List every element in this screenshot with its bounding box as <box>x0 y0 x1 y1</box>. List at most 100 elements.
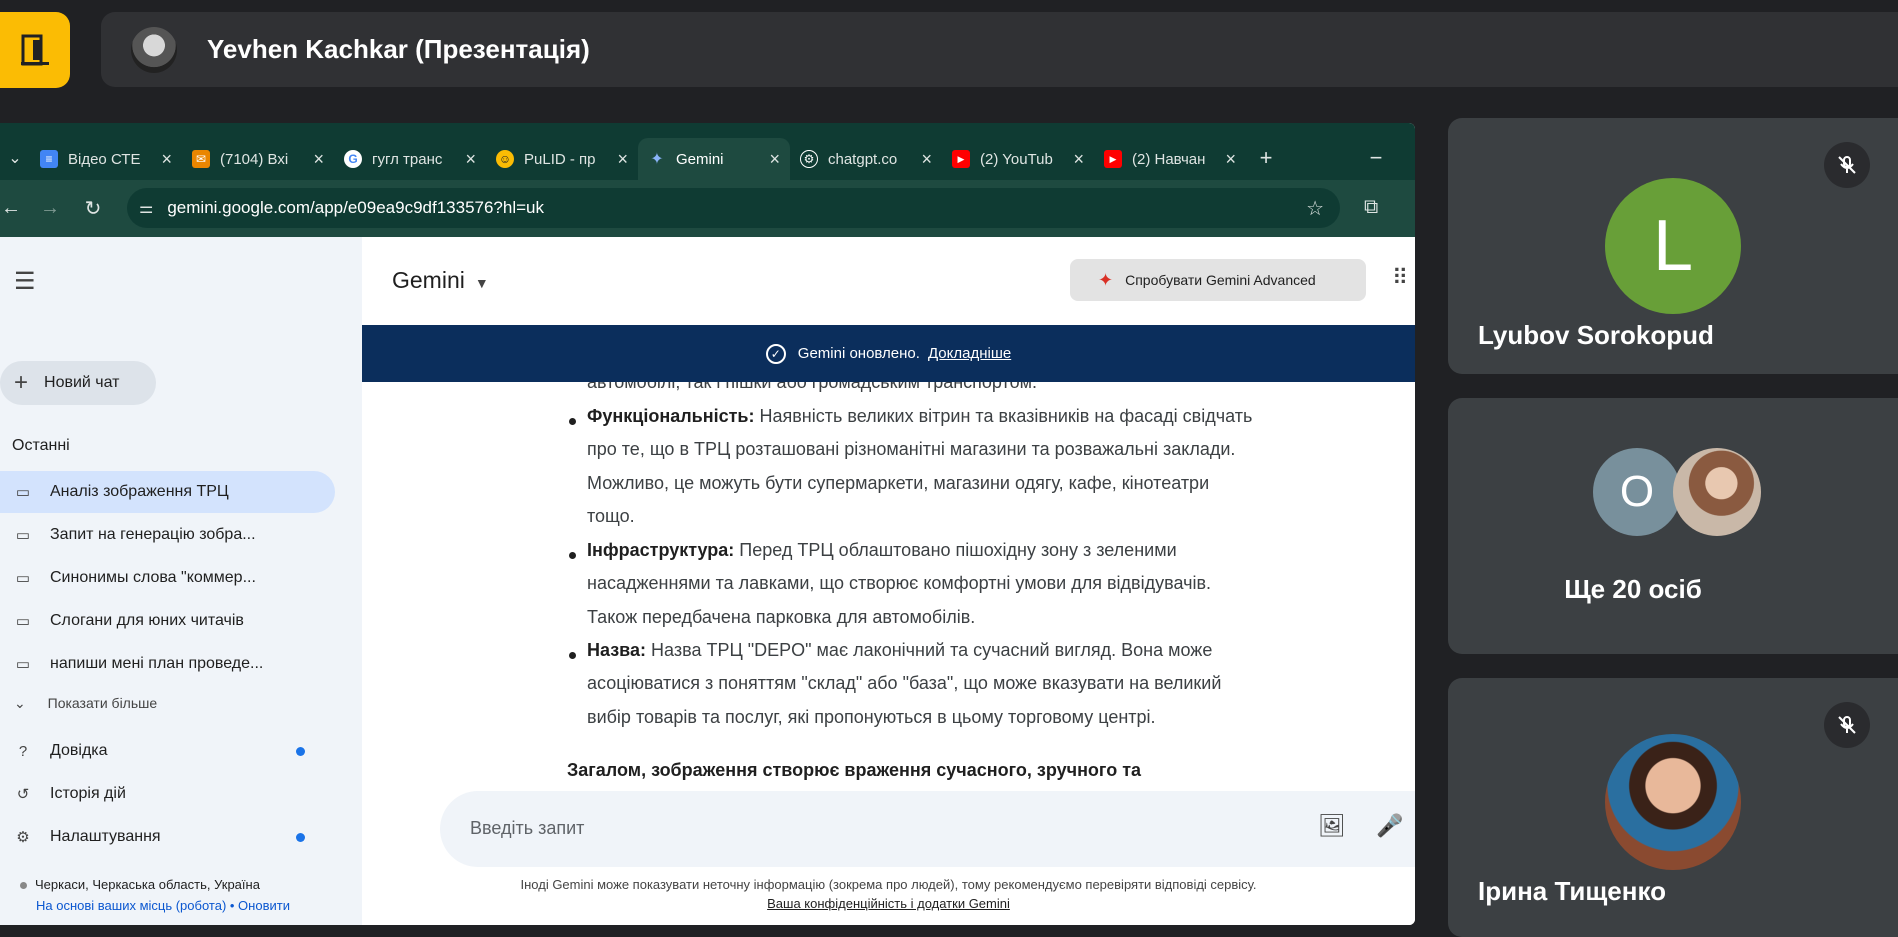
prompt-box[interactable]: Введіть запит 🖼 🎤 <box>440 791 1415 867</box>
shared-screen: ⌄ ≡ Відео СТЕ × ✉ (7104) Вхі × G гугл тр… <box>0 123 1415 925</box>
minimize-window-icon[interactable]: − <box>1356 145 1396 171</box>
new-chat-button[interactable]: + Новий чат <box>0 361 156 405</box>
chat-bubble-icon: ▭ <box>15 527 31 544</box>
try-advanced-button[interactable]: ✦ Спробувати Gemini Advanced <box>1070 259 1366 301</box>
leave-door-icon <box>21 34 49 66</box>
chat-bubble-icon: ▭ <box>15 570 31 587</box>
history-icon: ↺ <box>16 786 30 803</box>
chevron-down-icon: ⌄ <box>14 695 26 711</box>
bullet <box>569 552 576 559</box>
summary-text: Загалом, зображення створює враження суч… <box>567 760 1142 780</box>
gear-icon: ⚙ <box>16 829 30 846</box>
mic-off-icon <box>1824 702 1870 748</box>
prompt-input[interactable]: Введіть запит <box>470 818 584 839</box>
presenter-name: Yevhen Kachkar (Презентація) <box>207 34 590 64</box>
location-source-link[interactable]: На основі ваших місць (робота) • Оновити <box>36 898 290 913</box>
close-tab-icon[interactable]: × <box>617 149 628 170</box>
browser-tab[interactable]: G гугл транс × <box>334 138 486 180</box>
gemini-spark-icon: ✦ <box>650 151 664 168</box>
participant-tile[interactable]: L Lyubov Sorokopud <box>1448 118 1898 374</box>
tab-search-chevron-icon[interactable]: ⌄ <box>0 148 30 168</box>
youtube-icon: ▶ <box>1104 150 1122 168</box>
bullet <box>569 652 576 659</box>
close-tab-icon[interactable]: × <box>465 149 476 170</box>
new-chat-label: Новий чат <box>44 374 120 391</box>
close-tab-icon[interactable]: × <box>313 149 324 170</box>
spark-icon: ✦ <box>1098 269 1114 290</box>
new-tab-icon[interactable]: + <box>1246 145 1286 171</box>
activity-item[interactable]: ↺ Історія дій <box>0 773 335 815</box>
recent-chat-item[interactable]: ▭ Аналіз зображення ТРЦ <box>0 471 335 513</box>
browser-tab[interactable]: ≡ Відео СТЕ × <box>30 138 182 180</box>
disclaimer-text: Іноді Gemini може показувати неточну інф… <box>520 877 1257 892</box>
close-tab-icon[interactable]: × <box>1225 149 1236 170</box>
microphone-icon[interactable]: 🎤 <box>1376 813 1403 839</box>
show-more-button[interactable]: ⌄ Показати більше <box>14 695 157 712</box>
browser-tab[interactable]: ⚙ chatgpt.co × <box>790 138 942 180</box>
participant-name: Lyubov Sorokopud <box>1478 320 1714 350</box>
participant-name: Ірина Тищенко <box>1478 876 1667 906</box>
avatar: O <box>1593 448 1681 536</box>
plus-icon: + <box>14 369 29 396</box>
browser-tab[interactable]: ▶ (2) YouTub × <box>942 138 1094 180</box>
extensions-icon[interactable]: ⧉ <box>1364 196 1378 219</box>
gemini-main: Gemini ▼ ✦ Спробувати Gemini Advanced ⠿ ✓… <box>362 237 1415 925</box>
response-line: Назва: Назва ТРЦ "DEPO" має лаконічний т… <box>587 640 1213 660</box>
recent-heading: Останні <box>12 437 70 454</box>
meet-door-icon[interactable] <box>0 12 70 88</box>
close-tab-icon[interactable]: × <box>161 149 172 170</box>
avatar: L <box>1605 178 1741 314</box>
close-tab-icon[interactable]: × <box>769 149 780 170</box>
notification-dot <box>296 832 305 842</box>
recent-chat-item[interactable]: ▭ напиши мені план проведе... <box>0 643 335 685</box>
bookmark-star-icon[interactable]: ☆ <box>1306 196 1324 221</box>
chat-bubble-icon: ▭ <box>15 613 31 630</box>
google-docs-icon: ≡ <box>40 150 58 168</box>
participant-tile[interactable]: Ірина Тищенко <box>1448 678 1898 937</box>
browser-tab[interactable]: ✉ (7104) Вхі × <box>182 138 334 180</box>
address-bar[interactable]: ⚌ gemini.google.com/app/e09ea9c9df133576… <box>127 188 1340 228</box>
update-banner: ✓ Gemini оновлено. Докладніше <box>362 325 1415 382</box>
learn-more-link[interactable]: Докладніше <box>928 345 1011 362</box>
forward-arrow-icon[interactable]: → <box>22 197 78 220</box>
more-participants-label: Ще 20 осіб <box>1564 574 1702 604</box>
presenter-bar: Yevhen Kachkar (Презентація) <box>101 12 1898 87</box>
check-circle-icon: ✓ <box>765 343 786 364</box>
help-item[interactable]: ? Довідка <box>0 730 335 772</box>
response-content: автомобілі, так і пішки або громадським … <box>567 382 1253 780</box>
recent-chat-item[interactable]: ▭ Синонимы слова "коммер... <box>0 557 335 599</box>
recent-chat-item[interactable]: ▭ Слогани для юних читачів <box>0 600 335 642</box>
privacy-link[interactable]: Ваша конфіденційність і додатки Gemini <box>362 896 1415 911</box>
google-icon: G <box>344 150 362 168</box>
caret-down-icon: ▼ <box>474 275 489 291</box>
response-line: Функціональність: Наявність великих вітр… <box>587 406 1253 426</box>
location-text: Черкаси, Черкаська область, Україна <box>20 877 260 892</box>
back-arrow-icon[interactable]: ← <box>0 197 22 220</box>
gemini-sidebar: ☰ + Новий чат Останні ▭ Аналіз зображенн… <box>0 237 362 925</box>
add-image-icon[interactable]: 🖼 <box>1318 813 1346 839</box>
model-selector[interactable]: Gemini ▼ <box>392 267 489 294</box>
chat-bubble-icon: ▭ <box>15 484 31 501</box>
chat-bubble-icon: ▭ <box>15 656 31 673</box>
mic-off-icon <box>1824 142 1870 188</box>
browser-toolbar: ← → ↻ ⚌ gemini.google.com/app/e09ea9c9df… <box>0 180 1415 237</box>
recent-chat-item[interactable]: ▭ Запит на генерацію зобра... <box>0 514 335 556</box>
face-emoji-icon: ☺ <box>496 150 514 168</box>
youtube-icon: ▶ <box>952 150 970 168</box>
avatar-photo <box>1673 448 1761 536</box>
menu-icon[interactable]: ☰ <box>14 267 36 296</box>
chatgpt-icon: ⚙ <box>800 150 818 168</box>
browser-tab[interactable]: ☺ PuLID - пр × <box>486 138 638 180</box>
url-text: gemini.google.com/app/e09ea9c9df133576?h… <box>167 198 544 217</box>
reload-icon[interactable]: ↻ <box>78 196 108 221</box>
browser-tab-active[interactable]: ✦ Gemini × <box>638 138 790 180</box>
google-apps-icon[interactable]: ⠿ <box>1392 265 1408 291</box>
close-tab-icon[interactable]: × <box>921 149 932 170</box>
close-tab-icon[interactable]: × <box>1073 149 1084 170</box>
settings-item[interactable]: ⚙ Налаштування <box>0 816 335 858</box>
browser-tab[interactable]: ▶ (2) Навчан × <box>1094 138 1246 180</box>
mail-icon: ✉ <box>192 150 210 168</box>
participant-group-tile[interactable]: O Ще 20 осіб <box>1448 398 1898 654</box>
bullet <box>569 418 576 425</box>
site-settings-icon[interactable]: ⚌ <box>139 198 153 218</box>
